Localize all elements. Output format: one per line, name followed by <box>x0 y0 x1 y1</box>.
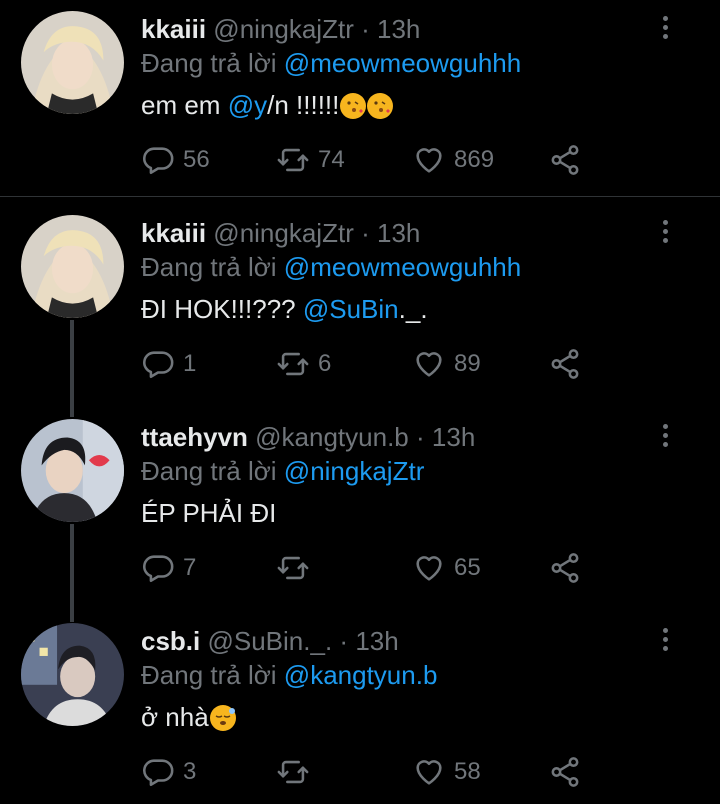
like-count: 65 <box>454 554 481 581</box>
share-icon <box>548 551 590 585</box>
like-button[interactable]: 58 <box>412 755 481 789</box>
face-blowing-kiss-icon <box>340 93 367 119</box>
retweet-icon <box>276 347 318 381</box>
more-options-icon[interactable] <box>655 16 675 42</box>
mention-link[interactable]: @SuBin <box>303 294 399 324</box>
divider <box>0 196 720 197</box>
text-part: ._. <box>398 294 428 324</box>
reply-icon <box>141 347 183 381</box>
separator: · <box>339 626 349 656</box>
reply-count: 3 <box>183 758 197 785</box>
retweet-count: 74 <box>318 146 345 173</box>
like-button[interactable]: 65 <box>412 551 481 585</box>
avatar[interactable] <box>21 215 124 318</box>
share-button[interactable] <box>548 551 590 585</box>
reply-to-mention[interactable]: @kangtyun.b <box>284 660 438 690</box>
reply-button[interactable]: 3 <box>141 755 196 789</box>
text-part: ĐI HOK!!!??? <box>141 294 296 324</box>
sleeping-face-icon <box>209 705 236 731</box>
reply-icon <box>141 755 183 789</box>
reply-count: 56 <box>183 146 210 173</box>
display-name[interactable]: kkaiii <box>141 218 206 248</box>
handle[interactable]: @SuBin._. <box>207 626 332 656</box>
share-button[interactable] <box>548 143 590 177</box>
face-blowing-kiss-icon <box>367 93 394 119</box>
tweet[interactable]: kkaiii @ningkajZtr · 13h Đang trả lời @m… <box>0 0 720 196</box>
share-icon <box>548 143 590 177</box>
share-icon <box>548 347 590 381</box>
reply-count: 7 <box>183 554 197 581</box>
display-name[interactable]: csb.i <box>141 626 200 656</box>
text-part: ÉP PHẢI ĐI <box>141 498 277 528</box>
display-name[interactable]: ttaehyvn <box>141 422 248 452</box>
retweet-button[interactable] <box>276 755 318 789</box>
text-part: ở nhà <box>141 702 209 732</box>
reply-button[interactable]: 7 <box>141 551 196 585</box>
more-options-icon[interactable] <box>655 628 675 654</box>
timestamp[interactable]: 13h <box>377 218 420 248</box>
reply-to-mention[interactable]: @ningkajZtr <box>284 456 425 486</box>
retweet-count: 6 <box>318 350 332 377</box>
separator: · <box>361 14 370 44</box>
like-count: 58 <box>454 758 481 785</box>
tweet[interactable]: csb.i @SuBin._. · 13h Đang trả lời @kang… <box>0 612 720 804</box>
tweet-text: em em @y/n !!!!!! <box>141 90 394 121</box>
separator: · <box>416 422 425 452</box>
retweet-icon <box>276 551 318 585</box>
avatar[interactable] <box>21 11 124 114</box>
handle[interactable]: @ningkajZtr <box>213 14 354 44</box>
retweet-button[interactable] <box>276 551 318 585</box>
tweet[interactable]: ttaehyvn @kangtyun.b · 13h Đang trả lời … <box>0 408 720 608</box>
timestamp[interactable]: 13h <box>355 626 398 656</box>
like-count: 869 <box>454 146 495 173</box>
avatar[interactable] <box>21 623 124 726</box>
display-name[interactable]: kkaiii <box>141 14 206 44</box>
mention-link[interactable]: @y <box>228 90 267 120</box>
retweet-button[interactable]: 74 <box>276 143 345 177</box>
avatar[interactable] <box>21 419 124 522</box>
tweet-text: ÉP PHẢI ĐI <box>141 498 276 529</box>
reply-icon <box>141 551 183 585</box>
heart-icon <box>412 143 454 177</box>
reply-prefix: Đang trả lời <box>141 48 277 78</box>
reply-prefix: Đang trả lời <box>141 660 277 690</box>
heart-icon <box>412 755 454 789</box>
reply-button[interactable]: 1 <box>141 347 196 381</box>
tweet-text: ở nhà <box>141 702 236 733</box>
reply-count: 1 <box>183 350 197 377</box>
more-options-icon[interactable] <box>655 424 675 450</box>
tweet[interactable]: kkaiii @ningkajZtr · 13h Đang trả lời @m… <box>0 204 720 404</box>
like-count: 89 <box>454 350 481 377</box>
heart-icon <box>412 347 454 381</box>
timestamp[interactable]: 13h <box>432 422 475 452</box>
reply-to-mention[interactable]: @meowmeowguhhh <box>284 252 521 282</box>
separator: · <box>361 218 370 248</box>
retweet-button[interactable]: 6 <box>276 347 331 381</box>
share-button[interactable] <box>548 347 590 381</box>
heart-icon <box>412 551 454 585</box>
text-part: /n !!!!!! <box>267 90 340 120</box>
handle[interactable]: @ningkajZtr <box>213 218 354 248</box>
reply-prefix: Đang trả lời <box>141 456 277 486</box>
timestamp[interactable]: 13h <box>377 14 420 44</box>
reply-to-mention[interactable]: @meowmeowguhhh <box>284 48 521 78</box>
like-button[interactable]: 869 <box>412 143 494 177</box>
retweet-icon <box>276 755 318 789</box>
handle[interactable]: @kangtyun.b <box>255 422 409 452</box>
reply-icon <box>141 143 183 177</box>
more-options-icon[interactable] <box>655 220 675 246</box>
share-icon <box>548 755 590 789</box>
share-button[interactable] <box>548 755 590 789</box>
reply-prefix: Đang trả lời <box>141 252 277 282</box>
text-part: em em <box>141 90 221 120</box>
reply-button[interactable]: 56 <box>141 143 210 177</box>
like-button[interactable]: 89 <box>412 347 481 381</box>
tweet-text: ĐI HOK!!!??? @SuBin._. <box>141 294 428 325</box>
retweet-icon <box>276 143 318 177</box>
